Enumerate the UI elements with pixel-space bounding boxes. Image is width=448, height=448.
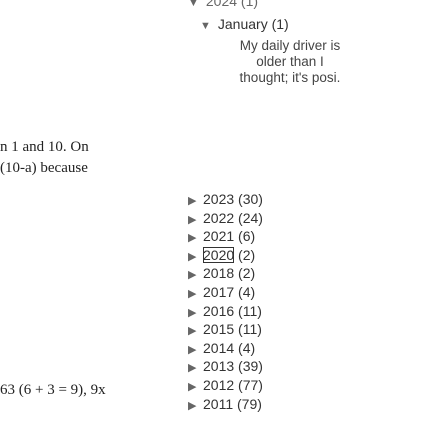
archive-year-label[interactable]: 2023: [203, 191, 234, 207]
triangle-down-icon[interactable]: ▼: [200, 20, 214, 32]
text-line: 63 (6 + 3 = 9), 9x: [0, 382, 106, 398]
archive-year-count: (4): [238, 283, 256, 300]
archive-year-label[interactable]: 2014: [203, 340, 234, 356]
archive-year-count: (11): [238, 321, 262, 338]
triangle-right-icon[interactable]: ▶: [188, 397, 203, 416]
triangle-down-icon[interactable]: ▼: [188, 0, 202, 9]
archive-year-count: (77): [238, 376, 263, 393]
archive-year-item[interactable]: ▶ 2018 (2): [188, 264, 388, 283]
archive-year-label[interactable]: 2024 (1): [206, 0, 258, 9]
archive-year-item[interactable]: ▶ 2016 (11): [188, 302, 388, 321]
archive-year-item[interactable]: ▶ 2011 (79): [188, 395, 388, 414]
archive-year-item[interactable]: ▶ 2017 (4): [188, 283, 388, 302]
archive-year-label[interactable]: 2011: [203, 396, 233, 412]
archive-year-list: ▶ 2023 (30) ▶ 2022 (24) ▶ 2021 (6) ▶ 2020 (2) ▶ 2…: [188, 190, 388, 413]
archive-year-count: (6): [238, 228, 256, 245]
archive-year-label[interactable]: 2012: [203, 377, 234, 393]
archive-year-2024[interactable]: ▼ 2024 (1): [188, 0, 258, 9]
archive-year-label[interactable]: 2020: [203, 246, 235, 263]
archive-year-item[interactable]: ▶ 2014 (4): [188, 339, 388, 358]
archive-year-count: (30): [238, 191, 263, 207]
archive-year-label[interactable]: 2017: [203, 284, 234, 300]
archive-year-count: (79): [237, 395, 262, 412]
archive-year-item[interactable]: ▶ 2020 (2): [188, 246, 388, 265]
text-line: (10-a) because: [0, 160, 88, 176]
archive-year-item[interactable]: ▶ 2022 (24): [188, 209, 388, 228]
article-text-fragment: n 1 and 10. On (10-a) because 63 (6 + 3 …: [0, 0, 172, 448]
archive-year-label[interactable]: 2013: [203, 358, 234, 374]
archive-month-label[interactable]: January (1): [218, 16, 289, 32]
archive-year-count: (24): [238, 209, 263, 226]
archive-year-item[interactable]: ▶ 2013 (39): [188, 357, 388, 376]
archive-year-count: (11): [238, 302, 262, 319]
archive-year-count: (2): [238, 246, 256, 263]
archive-year-item[interactable]: ▶ 2023 (30): [188, 190, 388, 209]
archive-year-label[interactable]: 2022: [203, 210, 234, 226]
archive-year-count: (39): [238, 358, 263, 375]
archive-year-item[interactable]: ▶ 2012 (77): [188, 376, 388, 395]
archive-year-label[interactable]: 2018: [203, 265, 234, 281]
text-line: n 1 and 10. On: [0, 139, 89, 155]
archive-month-january[interactable]: ▼ January (1): [200, 16, 289, 32]
archive-year-label[interactable]: 2015: [203, 321, 234, 337]
archive-year-item[interactable]: ▶ 2021 (6): [188, 227, 388, 246]
archive-year-item[interactable]: ▶ 2015 (11): [188, 320, 388, 339]
archive-year-count: (2): [238, 265, 256, 282]
archive-year-label[interactable]: 2016: [203, 303, 234, 319]
archive-year-label[interactable]: 2021: [203, 228, 234, 244]
blog-archive: ▼ 2024 (1) ▼ January (1) My daily driver…: [188, 0, 448, 448]
archive-post-link[interactable]: My daily driver is older than I thought;…: [235, 38, 345, 86]
archive-year-count: (4): [238, 339, 256, 356]
